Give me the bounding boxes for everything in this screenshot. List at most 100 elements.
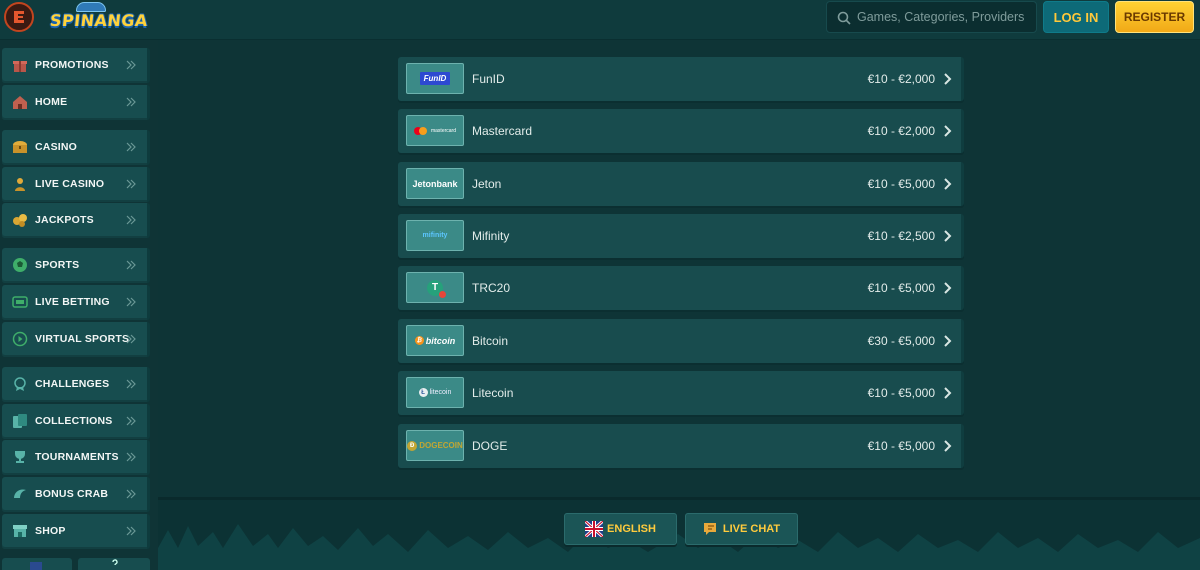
sidebar-item-virtual-sports[interactable]: VIRTUAL SPORTS: [2, 322, 150, 357]
chevron-right-icon: [126, 334, 136, 344]
sidebar-item-label: COLLECTIONS: [35, 415, 113, 427]
sidebar-item-home[interactable]: HOME: [2, 85, 150, 120]
bitcoin-logo: ₿ bitcoin: [414, 335, 456, 346]
dogecoin-logo: Ð DOGECOIN: [407, 440, 463, 451]
chevron-right-icon: [126, 452, 136, 462]
sidebar-item-promotions[interactable]: PROMOTIONS: [2, 48, 150, 83]
language-label: ENGLISH: [607, 523, 656, 535]
chevron-right-icon: [126, 416, 136, 426]
live-chat-button[interactable]: LIVE CHAT: [685, 513, 798, 545]
mastercard-logo: mastercard: [413, 126, 456, 135]
payment-range: €10 - €5,000: [867, 281, 935, 295]
sidebar-item-sports[interactable]: SPORTS: [2, 248, 150, 283]
payment-row-litecoin[interactable]: Łlitecoin Litecoin €10 - €5,000: [398, 371, 964, 415]
main-content: FunID FunID €10 - €2,000 mastercard Mast…: [158, 40, 1200, 570]
sidebar-item-jackpots[interactable]: JACKPOTS: [2, 203, 150, 238]
menu-badge-icon[interactable]: [4, 2, 34, 32]
payment-name: DOGE: [472, 439, 508, 453]
sidebar-item-bonus-crab[interactable]: BONUS CRAB: [2, 477, 150, 512]
chevron-right-icon: [126, 179, 136, 189]
payment-row-bitcoin[interactable]: ₿ bitcoin Bitcoin €30 - €5,000: [398, 319, 964, 363]
payment-range: €30 - €5,000: [867, 334, 935, 348]
sidebar-item-live-casino[interactable]: LIVE CASINO: [2, 167, 150, 202]
forest-silhouette: [158, 524, 1200, 570]
payment-logo: Łlitecoin: [406, 377, 464, 408]
medal-icon: [12, 376, 28, 392]
sidebar-item-challenges[interactable]: CHALLENGES: [2, 367, 150, 402]
chevron-right-icon: [126, 379, 136, 389]
payment-logo: FunID: [406, 63, 464, 94]
crab-icon: [12, 486, 28, 502]
dealer-icon: [12, 176, 28, 192]
payment-name: Litecoin: [472, 386, 514, 400]
sidebar-item-label: SPORTS: [35, 259, 80, 271]
chevron-right-icon: [126, 142, 136, 152]
footer: [158, 500, 1200, 570]
payment-logo: mifinity: [406, 220, 464, 251]
gift-icon: [12, 57, 28, 73]
tether-icon: T: [427, 279, 446, 298]
payment-row-jeton[interactable]: Jetonbank Jeton €10 - €5,000: [398, 162, 964, 206]
payment-row-trc20[interactable]: T TRC20 €10 - €5,000: [398, 266, 964, 310]
search-box[interactable]: [826, 1, 1037, 33]
jetonbank-logo: Jetonbank: [412, 178, 458, 189]
search-input[interactable]: [857, 2, 1032, 32]
site-logo[interactable]: SPINANGA: [49, 2, 149, 38]
payment-range: €10 - €2,000: [867, 72, 935, 86]
chevron-right-icon: [126, 260, 136, 270]
sidebar-item-label: LIVE CASINO: [35, 178, 105, 190]
register-button[interactable]: REGISTER: [1115, 1, 1194, 33]
payment-logo: ₿ bitcoin: [406, 325, 464, 356]
payment-name: Bitcoin: [472, 334, 509, 348]
chevron-right-icon: [944, 387, 952, 399]
login-button[interactable]: LOG IN: [1043, 1, 1109, 33]
sidebar-item-collections[interactable]: COLLECTIONS: [2, 404, 150, 439]
search-icon: [837, 11, 851, 25]
sidebar-item-label: SHOP: [35, 525, 66, 537]
payment-row-mifinity[interactable]: mifinity Mifinity €10 - €2,500: [398, 214, 964, 258]
sidebar-item-label: CHALLENGES: [35, 378, 110, 390]
payment-name: Mastercard: [472, 124, 533, 138]
top-header: SPINANGA LOG IN REGISTER: [0, 0, 1200, 40]
chevron-right-icon: [944, 335, 952, 347]
uk-flag-icon: [585, 521, 604, 537]
payment-range: €10 - €5,000: [867, 386, 935, 400]
payment-name: FunID: [472, 72, 505, 86]
sidebar-item-label: LIVE BETTING: [35, 296, 110, 308]
chevron-right-icon: [126, 297, 136, 307]
payment-logo: mastercard: [406, 115, 464, 146]
sidebar-item-label: VIRTUAL SPORTS: [35, 333, 130, 345]
chevron-right-icon: [944, 125, 952, 137]
chevron-right-icon: [126, 97, 136, 107]
chevron-right-icon: [126, 489, 136, 499]
payment-name: TRC20: [472, 281, 511, 295]
sidebar-item-tournaments[interactable]: TOURNAMENTS: [2, 440, 150, 475]
sidebar-item-live-betting[interactable]: LIVE BETTING: [2, 285, 150, 320]
sidebar-item-casino[interactable]: CASINO: [2, 130, 150, 165]
sidebar-item-label: JACKPOTS: [35, 214, 94, 226]
chat-bubble-icon: [703, 523, 716, 535]
play-circle-icon: [12, 331, 28, 347]
live-tv-icon: [12, 294, 28, 310]
litecoin-logo: Łlitecoin: [418, 388, 451, 397]
sidebar: PROMOTIONS HOME CASINO LIVE CASINO JACKP…: [0, 40, 158, 570]
payment-row-doge[interactable]: Ð DOGECOIN DOGE €10 - €5,000: [398, 424, 964, 468]
chevron-right-icon: [944, 230, 952, 242]
sidebar-item-shop[interactable]: SHOP: [2, 514, 150, 549]
payment-range: €10 - €2,000: [867, 124, 935, 138]
payment-row-mastercard[interactable]: mastercard Mastercard €10 - €2,000: [398, 109, 964, 153]
home-icon: [12, 94, 28, 110]
soccer-ball-icon: [12, 257, 28, 273]
payment-name: Jeton: [472, 177, 502, 191]
chevron-right-icon: [126, 215, 136, 225]
payment-range: €10 - €5,000: [867, 439, 935, 453]
funid-logo: FunID: [419, 72, 451, 85]
payment-logo: Ð DOGECOIN: [406, 430, 464, 461]
language-button[interactable]: ENGLISH: [564, 513, 677, 545]
payment-row-funid[interactable]: FunID FunID €10 - €2,000: [398, 57, 964, 101]
mifinity-logo: mifinity: [422, 232, 448, 239]
payment-name: Mifinity: [472, 229, 510, 243]
shop-icon: [12, 523, 28, 539]
treasure-chest-icon: [12, 139, 28, 155]
help-icon: [112, 559, 118, 566]
